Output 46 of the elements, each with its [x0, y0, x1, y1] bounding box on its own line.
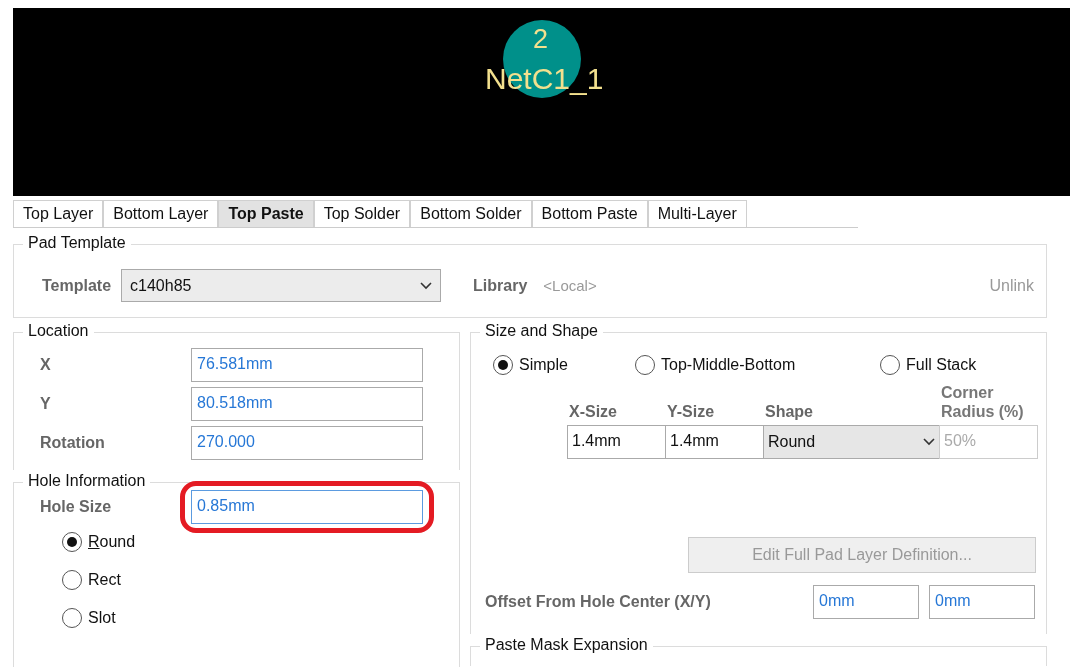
field-label: Y	[40, 394, 52, 413]
field-label: Rotation	[40, 433, 106, 452]
group-title: Pad Template	[23, 234, 131, 252]
radio-button[interactable]	[62, 532, 82, 552]
x-size-field[interactable]: 1.4mm	[567, 425, 666, 460]
radio-label[interactable]: Slot	[88, 609, 116, 627]
shape-dropdown[interactable]: Round	[763, 425, 940, 460]
library-value: <Local>	[543, 277, 597, 294]
group-title: Paste Mask Expansion	[480, 636, 653, 654]
field-label: Hole Size	[40, 497, 113, 516]
hole-size-field[interactable]: 0.85mm	[191, 489, 423, 524]
radio-button[interactable]	[62, 570, 82, 590]
text-field[interactable]: 76.581mm	[191, 347, 423, 382]
layer-tab[interactable]: Bottom Solder	[410, 200, 532, 227]
radio-label[interactable]: Round	[88, 533, 136, 551]
layer-tab[interactable]: Top Solder	[313, 200, 411, 227]
layer-tab[interactable]: Bottom Layer	[103, 200, 219, 227]
offset-y-field[interactable]: 0mm	[929, 585, 1035, 620]
group-title: Size and Shape	[480, 322, 603, 340]
radio-button[interactable]	[635, 355, 655, 375]
radio-button[interactable]	[62, 608, 82, 628]
chevron-down-icon	[420, 281, 433, 290]
layer-tab[interactable]: Bottom Paste	[531, 200, 648, 227]
field-label: Offset From Hole Center (X/Y)	[485, 593, 712, 612]
template-dropdown[interactable]: c140h85	[121, 269, 442, 302]
radio-button[interactable]	[493, 355, 513, 375]
text-field[interactable]: 80.518mm	[191, 386, 423, 421]
field-label: Library	[473, 276, 528, 295]
text-field[interactable]: 270.000	[191, 425, 423, 460]
radio-button[interactable]	[880, 355, 900, 375]
radio-label[interactable]: Full Stack	[906, 356, 977, 374]
column-header: Corner Radius (%)	[940, 383, 1025, 423]
layer-tab[interactable]: Top Paste	[218, 200, 314, 227]
field-label: Template	[42, 276, 112, 295]
radio-label[interactable]: Top-Middle-Bottom	[661, 356, 796, 374]
layer-tab[interactable]: Top Layer	[13, 200, 104, 227]
radio-label[interactable]: Rect	[88, 571, 121, 589]
layer-tab[interactable]: Multi-Layer	[647, 200, 747, 227]
field-label: X	[40, 355, 52, 374]
radio-label[interactable]: Simple	[519, 356, 568, 374]
chevron-down-icon	[923, 438, 935, 447]
column-header: Shape	[764, 402, 814, 423]
offset-x-field[interactable]: 0mm	[813, 585, 919, 620]
pad-number: 2	[533, 24, 549, 55]
column-header: Y-Size	[666, 402, 716, 423]
column-header: X-Size	[568, 402, 618, 423]
